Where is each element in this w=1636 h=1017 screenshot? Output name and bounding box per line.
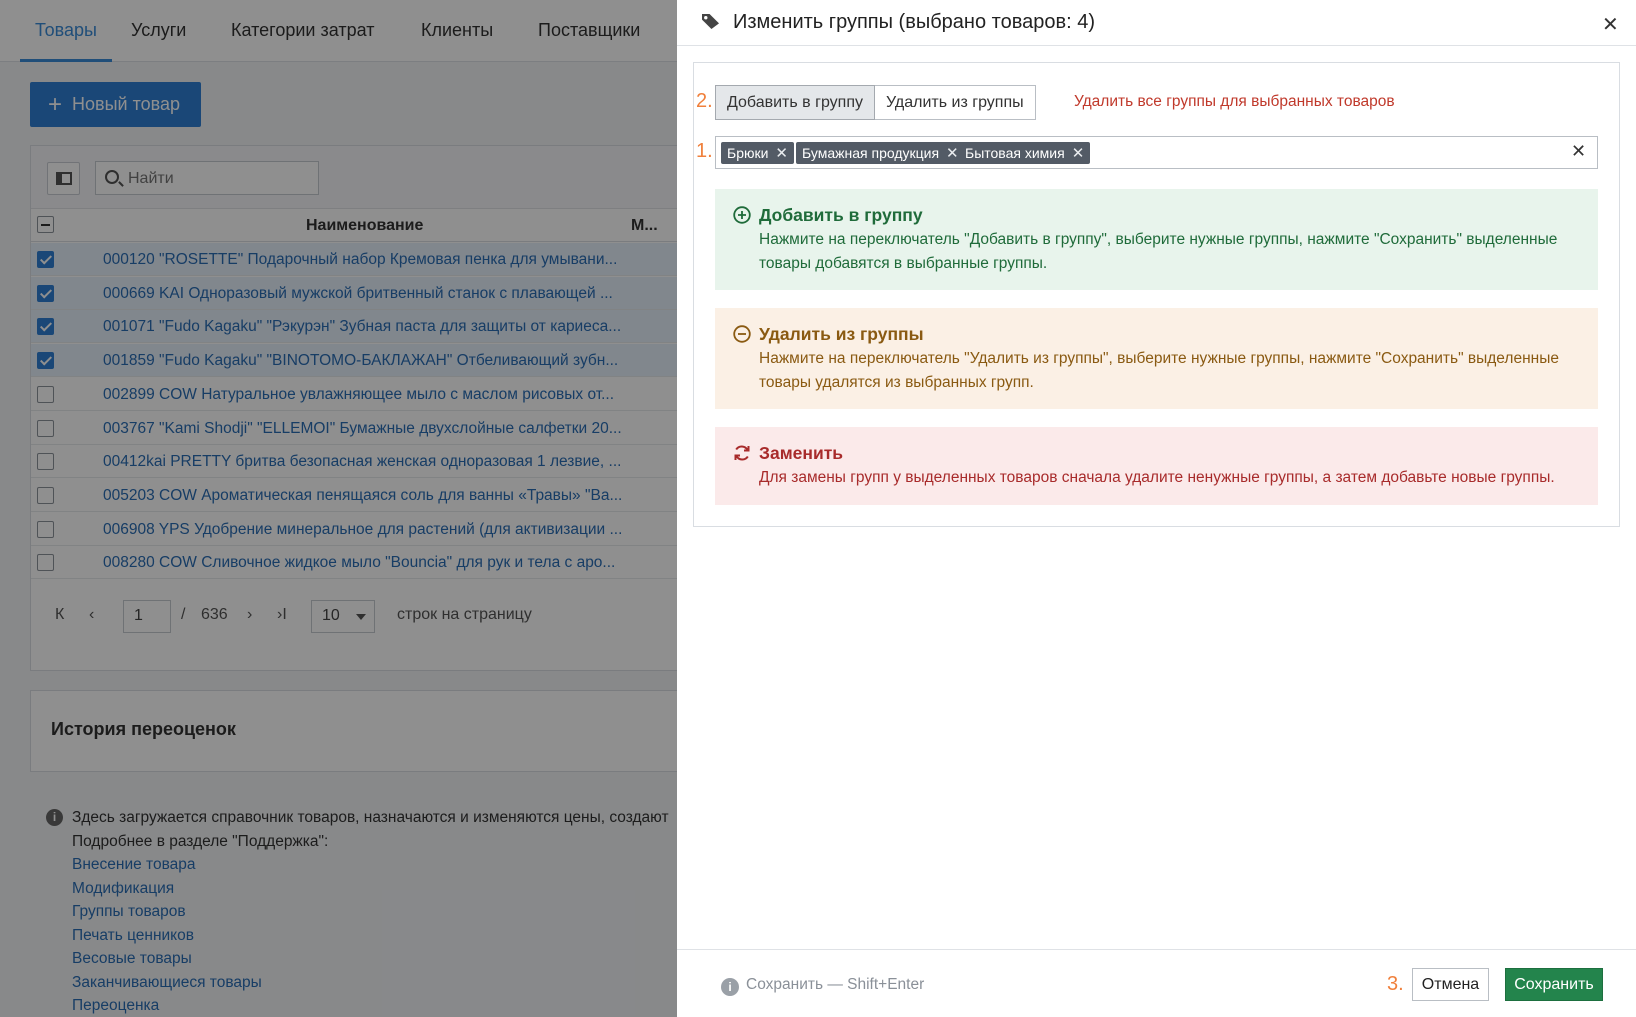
save-button[interactable]: Сохранить xyxy=(1505,968,1603,1001)
save-shortcut-text: Сохранить — Shift+Enter xyxy=(746,976,925,993)
refresh-icon xyxy=(734,445,750,461)
remove-note-title: Удалить из группы xyxy=(759,324,924,344)
groups-multiselect[interactable]: Брюки ✕ Бумажная продукция ✕ Бытовая химия… xyxy=(715,136,1598,169)
group-chip: Бытовая химия ✕ xyxy=(959,142,1091,164)
group-chip-label: Бумажная продукция xyxy=(802,145,940,161)
add-to-group-note: Добавить в группу Нажмите на переключате… xyxy=(715,189,1598,290)
add-to-group-toggle[interactable]: Добавить в группу xyxy=(715,85,875,120)
panel-title: Изменить группы (выбрано товаров: 4) xyxy=(733,11,1095,33)
group-chip-label: Бытовая химия xyxy=(965,145,1065,161)
group-chip: Бумажная продукция ✕ xyxy=(796,142,965,164)
remove-all-groups-link[interactable]: Удалить все группы для выбранных товаров xyxy=(1074,93,1395,111)
edit-groups-panel: Изменить группы (выбрано товаров: 4) ✕ 2… xyxy=(677,0,1636,1017)
chip-remove-icon[interactable]: ✕ xyxy=(1072,144,1085,162)
group-chip-label: Брюки xyxy=(727,145,769,161)
chip-remove-icon[interactable]: ✕ xyxy=(775,144,788,162)
replace-note-title: Заменить xyxy=(759,443,844,463)
save-shortcut-hint: i Сохранить — Shift+Enter xyxy=(721,976,924,996)
group-chip: Брюки ✕ xyxy=(721,142,794,164)
mode-toggle: Добавить в группу Удалить из группы xyxy=(715,85,1036,120)
replace-note: Заменить Для замены групп у выделенных т… xyxy=(715,427,1598,505)
clear-all-icon[interactable]: ✕ xyxy=(1571,141,1586,162)
groups-card: 2. Добавить в группу Удалить из группы У… xyxy=(693,62,1620,527)
replace-note-text: Для замены групп у выделенных товаров сн… xyxy=(759,469,1555,486)
add-note-text: Нажмите на переключатель "Добавить в гру… xyxy=(759,231,1558,272)
panel-footer: i Сохранить — Shift+Enter 3. Отмена Сохра… xyxy=(677,949,1636,1017)
add-note-title: Добавить в группу xyxy=(759,205,923,225)
tag-icon xyxy=(702,13,719,30)
step-two-marker: 2. xyxy=(696,90,713,112)
chip-remove-icon[interactable]: ✕ xyxy=(946,144,959,162)
info-icon: i xyxy=(721,978,739,996)
panel-header: Изменить группы (выбрано товаров: 4) ✕ xyxy=(677,0,1636,46)
minus-circle-icon xyxy=(733,325,751,343)
plus-circle-icon xyxy=(733,206,751,224)
cancel-button[interactable]: Отмена xyxy=(1412,968,1489,1001)
close-icon[interactable]: ✕ xyxy=(1602,12,1619,36)
remove-note-text: Нажмите на переключатель "Удалить из гру… xyxy=(759,350,1559,391)
step-one-marker: 1. xyxy=(696,140,713,162)
remove-from-group-toggle[interactable]: Удалить из группы xyxy=(874,85,1036,120)
remove-from-group-note: Удалить из группы Нажмите на переключате… xyxy=(715,308,1598,409)
step-three-marker: 3. xyxy=(1387,973,1404,995)
